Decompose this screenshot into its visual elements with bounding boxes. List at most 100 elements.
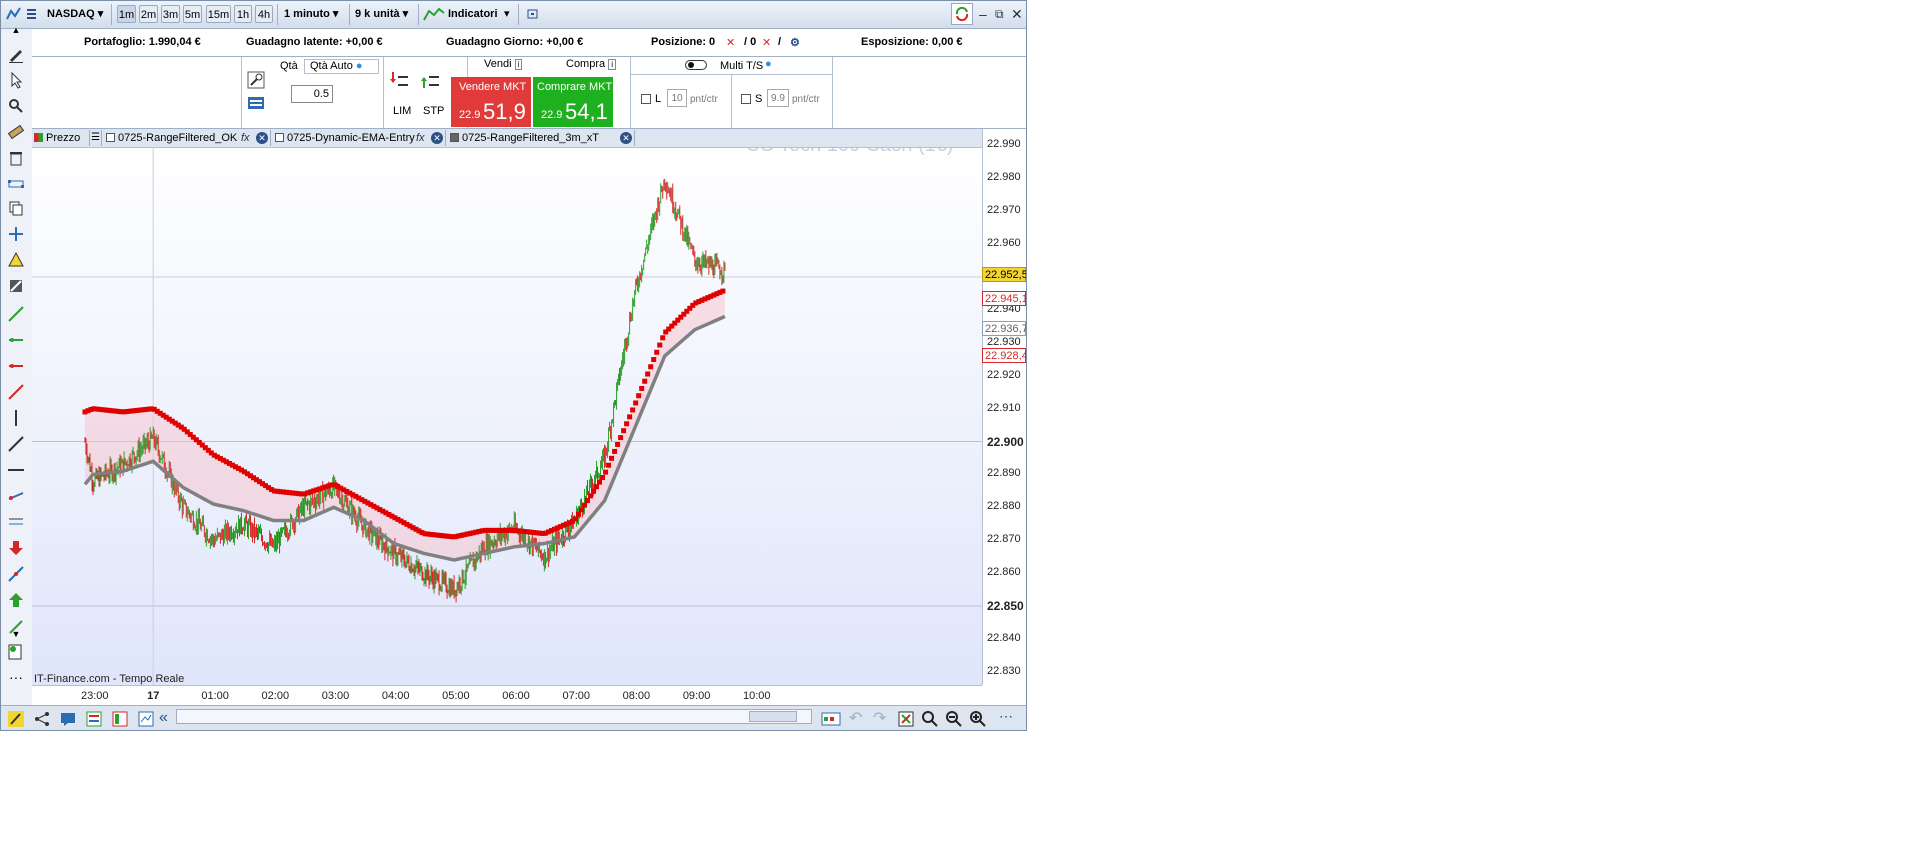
tab-checkbox[interactable] bbox=[106, 133, 115, 142]
timeframe-2m[interactable]: 2m bbox=[139, 5, 158, 23]
more-icon[interactable]: ··· bbox=[7, 670, 25, 691]
close-tab-icon[interactable]: ✕ bbox=[620, 132, 632, 144]
collapse-icon[interactable]: « bbox=[159, 709, 168, 727]
settings-gear-icon[interactable]: ⚙ bbox=[790, 36, 800, 49]
stop-points-input[interactable]: 9.9 bbox=[767, 89, 789, 107]
red-line-icon[interactable] bbox=[7, 383, 25, 401]
timeframe-1m[interactable]: 1m bbox=[117, 5, 136, 23]
multi-ts-label: Multi T/S bbox=[720, 60, 764, 72]
limit-order-icon[interactable] bbox=[390, 70, 410, 90]
fx-icon[interactable]: fx bbox=[241, 130, 250, 146]
stop-label: S bbox=[755, 93, 763, 105]
wrench-icon[interactable] bbox=[247, 71, 265, 89]
draw-mode-icon[interactable] bbox=[7, 710, 25, 728]
close-position-icon[interactable]: ✕ bbox=[726, 36, 735, 49]
diagonal-line-icon[interactable] bbox=[7, 435, 25, 453]
timeframe-1h[interactable]: 1h bbox=[234, 5, 252, 23]
scrollbar-thumb[interactable] bbox=[749, 711, 797, 722]
auto-scale-icon[interactable] bbox=[897, 710, 915, 728]
buy-arrow-icon[interactable] bbox=[7, 591, 25, 609]
menu-lines-icon[interactable] bbox=[25, 5, 39, 24]
vertical-line-icon[interactable] bbox=[7, 409, 25, 427]
trend-line-icon[interactable] bbox=[7, 305, 25, 323]
zoom-icon[interactable] bbox=[7, 97, 25, 115]
sell-price-value: 51,9 bbox=[483, 99, 526, 124]
sync-icon[interactable] bbox=[951, 3, 973, 25]
qty-auto-button[interactable]: Qtà Auto ● bbox=[304, 59, 379, 74]
timeframe-5m[interactable]: 5m bbox=[183, 5, 202, 23]
close-tab-icon[interactable]: ✕ bbox=[431, 132, 443, 144]
tab-checkbox[interactable] bbox=[450, 133, 459, 142]
chart-icon[interactable] bbox=[5, 5, 23, 24]
interval-select[interactable]: 1 minuto ▾ bbox=[284, 5, 338, 24]
close-icon[interactable]: ✕ bbox=[1011, 5, 1023, 24]
price-axis[interactable]: 22.99022.98022.97022.96022.95022.94022.9… bbox=[982, 129, 1026, 685]
horizontal-scrollbar[interactable] bbox=[176, 709, 812, 724]
more-options-icon[interactable]: ⋯ bbox=[999, 708, 1013, 725]
range-icon[interactable] bbox=[7, 175, 25, 193]
alert-icon[interactable] bbox=[7, 251, 25, 269]
fx-icon[interactable]: fx bbox=[416, 130, 425, 146]
tab-checkbox[interactable] bbox=[275, 133, 284, 142]
chart-settings-icon[interactable] bbox=[137, 710, 155, 728]
copy-icon[interactable] bbox=[7, 199, 25, 217]
calculator-icon[interactable] bbox=[7, 643, 25, 661]
window-menu-icon[interactable] bbox=[527, 5, 539, 24]
pointer-icon[interactable] bbox=[7, 71, 25, 89]
buy-market-button[interactable]: Comprare MKT 22.9 54,1 bbox=[533, 77, 613, 127]
restore-icon[interactable]: ⧉ bbox=[995, 5, 1004, 24]
comment-icon[interactable] bbox=[59, 710, 77, 728]
indicators-dropdown-icon[interactable]: ▾ bbox=[504, 5, 510, 24]
scroll-up-icon[interactable]: ▲ bbox=[7, 25, 25, 43]
pitchfork-icon[interactable] bbox=[7, 565, 25, 583]
limit-points-input[interactable]: 10 bbox=[667, 89, 687, 107]
channel-icon[interactable] bbox=[7, 487, 25, 505]
timeframe-15m[interactable]: 15m bbox=[206, 5, 231, 23]
fibonacci-icon[interactable] bbox=[7, 513, 25, 531]
time-tick-label: 10:00 bbox=[743, 690, 771, 702]
timeframe-3m[interactable]: 3m bbox=[161, 5, 180, 23]
quantity-input[interactable] bbox=[291, 85, 333, 103]
indicators-button[interactable]: Indicatori bbox=[448, 5, 498, 24]
tab-list-icon[interactable]: ☰ bbox=[90, 130, 102, 146]
horizontal-line-icon[interactable] bbox=[7, 461, 25, 479]
zoom-out-icon[interactable] bbox=[945, 710, 963, 728]
undo-icon[interactable]: ↶ bbox=[849, 708, 862, 728]
timeframe-4h[interactable]: 4h bbox=[255, 5, 273, 23]
red-marker-icon[interactable] bbox=[7, 357, 25, 375]
time-tick-label: 05:00 bbox=[442, 690, 470, 702]
tools-icon[interactable] bbox=[7, 277, 25, 295]
layout-icon[interactable] bbox=[111, 710, 129, 728]
green-marker-icon[interactable] bbox=[7, 331, 25, 349]
tab-prezzo[interactable]: Prezzo bbox=[32, 130, 90, 146]
trash-icon[interactable] bbox=[7, 149, 25, 167]
time-tick-label: 07:00 bbox=[562, 690, 590, 702]
time-axis[interactable]: 23:00 17 01:00 02:00 03:00 04:00 05:00 06:00 07:… bbox=[32, 685, 982, 706]
time-range-icon[interactable] bbox=[821, 710, 841, 728]
stop-checkbox[interactable] bbox=[741, 94, 751, 104]
limit-checkbox[interactable] bbox=[641, 94, 651, 104]
keyboard-icon[interactable] bbox=[247, 95, 265, 111]
sell-arrow-icon[interactable] bbox=[7, 539, 25, 557]
units-select[interactable]: 9 k unità ▾ bbox=[355, 5, 408, 24]
pencil-icon[interactable] bbox=[7, 46, 25, 64]
minimize-icon[interactable]: – bbox=[979, 5, 987, 24]
zoom-fit-icon[interactable] bbox=[921, 710, 939, 728]
stop-order-icon[interactable] bbox=[421, 70, 441, 90]
redo-icon[interactable]: ↷ bbox=[873, 708, 886, 728]
multi-ts-toggle[interactable] bbox=[685, 60, 707, 70]
tab-rangefiltered-3m[interactable]: 0725-RangeFiltered_3m_xT ✕ bbox=[448, 130, 635, 146]
tab-dynamic-ema-entry[interactable]: 0725-Dynamic-EMA-Entry fx ✕ bbox=[273, 130, 446, 146]
ruler-icon[interactable] bbox=[7, 123, 25, 141]
sell-market-button[interactable]: Vendere MKT 22.9 51,9 bbox=[451, 77, 531, 127]
zoom-in-icon[interactable] bbox=[969, 710, 987, 728]
instrument-select[interactable]: NASDAQ ▾ bbox=[47, 5, 103, 24]
move-icon[interactable] bbox=[7, 225, 25, 243]
close-orders-icon[interactable]: ✕ bbox=[762, 36, 771, 49]
template-icon[interactable] bbox=[85, 710, 103, 728]
tab-rangefiltered-ok[interactable]: 0725-RangeFiltered_OK fx ✕ bbox=[104, 130, 271, 146]
limit-label: L bbox=[655, 93, 662, 105]
price-chart[interactable] bbox=[32, 129, 982, 685]
close-tab-icon[interactable]: ✕ bbox=[256, 132, 268, 144]
share-icon[interactable] bbox=[33, 710, 51, 728]
